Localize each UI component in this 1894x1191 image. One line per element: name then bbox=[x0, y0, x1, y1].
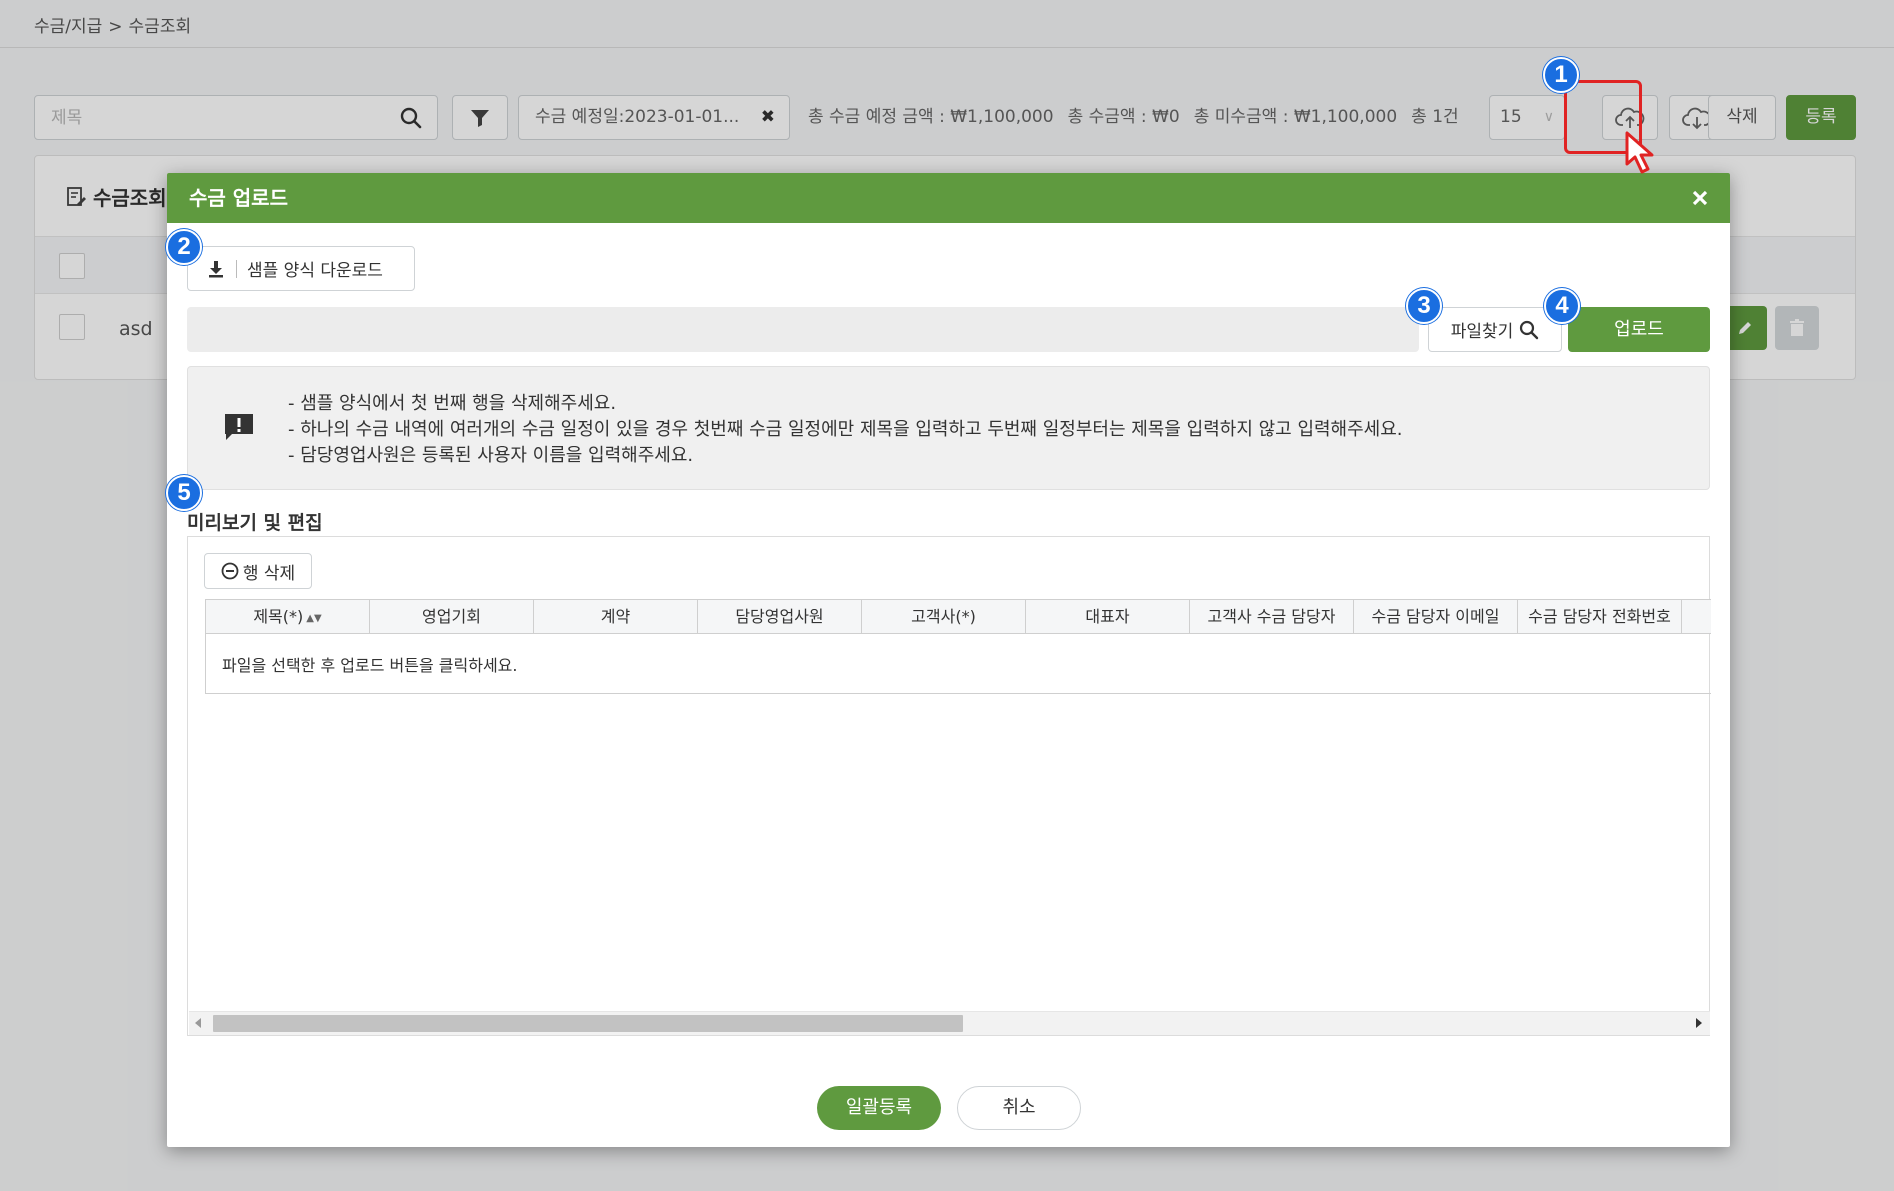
bulk-register-button[interactable]: 일괄등록 bbox=[817, 1086, 941, 1130]
step-marker-2: 2 bbox=[166, 229, 202, 265]
notice-item: - 하나의 수금 내역에 여러개의 수금 일정이 있을 경우 첫번째 수금 일정… bbox=[288, 419, 1403, 440]
step-marker-3: 3 bbox=[1406, 288, 1442, 324]
column-header-title[interactable]: 제목(*) ▲▼ bbox=[206, 600, 370, 633]
notice-item: - 샘플 양식에서 첫 번째 행을 삭제해주세요. bbox=[288, 393, 617, 414]
cursor-pointer-icon bbox=[1625, 131, 1654, 174]
delete-row-button[interactable]: 행 삭제 bbox=[204, 553, 312, 589]
delete-row-label: 행 삭제 bbox=[242, 563, 296, 584]
modal-footer: 일괄등록 취소 bbox=[167, 1086, 1730, 1130]
sample-download-button[interactable]: 샘플 양식 다운로드 bbox=[187, 246, 415, 291]
modal-title: 수금 업로드 bbox=[189, 186, 288, 210]
column-header-contact-email[interactable]: 수금 담당자 이메일 bbox=[1354, 600, 1518, 633]
modal-header: 수금 업로드 bbox=[167, 173, 1730, 223]
close-icon bbox=[1692, 190, 1708, 206]
preview-title: 미리보기 및 편집 bbox=[187, 512, 323, 534]
notice-box: - 샘플 양식에서 첫 번째 행을 삭제해주세요. - 하나의 수금 내역에 여… bbox=[187, 366, 1710, 490]
notice-item: - 담당영업사원은 등록된 사용자 이름을 입력해주세요. bbox=[288, 445, 694, 466]
preview-grid: 제목(*) ▲▼ 영업기회 계약 담당영업사원 고객사(*) 대표자 고객사 수금… bbox=[205, 599, 1711, 694]
preview-grid-container: 행 삭제 제목(*) ▲▼ 영업기회 계약 담당영업사원 고객사(*) 대표자 고… bbox=[187, 536, 1711, 1036]
sample-download-label: 샘플 양식 다운로드 bbox=[247, 261, 383, 281]
sort-icon[interactable]: ▲▼ bbox=[306, 613, 321, 624]
cancel-button[interactable]: 취소 bbox=[957, 1086, 1081, 1130]
column-header-contract[interactable]: 계약 bbox=[534, 600, 698, 633]
grid-header: 제목(*) ▲▼ 영업기회 계약 담당영업사원 고객사(*) 대표자 고객사 수금… bbox=[206, 600, 1711, 634]
step-marker-1: 1 bbox=[1543, 57, 1579, 93]
column-header-opportunity[interactable]: 영업기회 bbox=[370, 600, 534, 633]
column-header-representative[interactable]: 대표자 bbox=[1026, 600, 1190, 633]
column-header-customer[interactable]: 고객사(*) bbox=[862, 600, 1026, 633]
modal-close-button[interactable] bbox=[1688, 186, 1712, 210]
step-marker-4: 4 bbox=[1544, 288, 1580, 324]
download-icon bbox=[209, 260, 223, 277]
scroll-left-icon[interactable] bbox=[195, 1018, 201, 1028]
scrollbar-thumb[interactable] bbox=[213, 1015, 963, 1032]
file-find-button[interactable]: 파일찾기 bbox=[1428, 307, 1562, 352]
column-label: 제목(*) bbox=[253, 607, 304, 626]
column-header-customer-contact[interactable]: 고객사 수금 담당자 bbox=[1190, 600, 1354, 633]
minus-circle-icon bbox=[221, 562, 239, 580]
notice-list: - 샘플 양식에서 첫 번째 행을 삭제해주세요. - 하나의 수금 내역에 여… bbox=[288, 391, 1403, 469]
step-marker-5: 5 bbox=[166, 475, 202, 511]
upload-modal: 수금 업로드 샘플 양식 다운로드 파일찾기 업로드 - 샘플 양식에서 첫 번… bbox=[167, 173, 1730, 1147]
scroll-right-icon[interactable] bbox=[1696, 1018, 1702, 1028]
message-alert-icon bbox=[225, 414, 253, 440]
divider bbox=[236, 259, 237, 278]
column-header-contact-phone[interactable]: 수금 담당자 전화번호 bbox=[1518, 600, 1682, 633]
upload-button[interactable]: 업로드 bbox=[1568, 307, 1710, 352]
file-path-input[interactable] bbox=[187, 307, 1419, 352]
search-icon bbox=[1520, 320, 1539, 339]
column-header-sales-rep[interactable]: 담당영업사원 bbox=[698, 600, 862, 633]
grid-empty-message: 파일을 선택한 후 업로드 버튼을 클릭하세요. bbox=[222, 656, 518, 675]
file-find-label: 파일찾기 bbox=[1450, 322, 1514, 342]
horizontal-scrollbar[interactable] bbox=[189, 1011, 1710, 1035]
